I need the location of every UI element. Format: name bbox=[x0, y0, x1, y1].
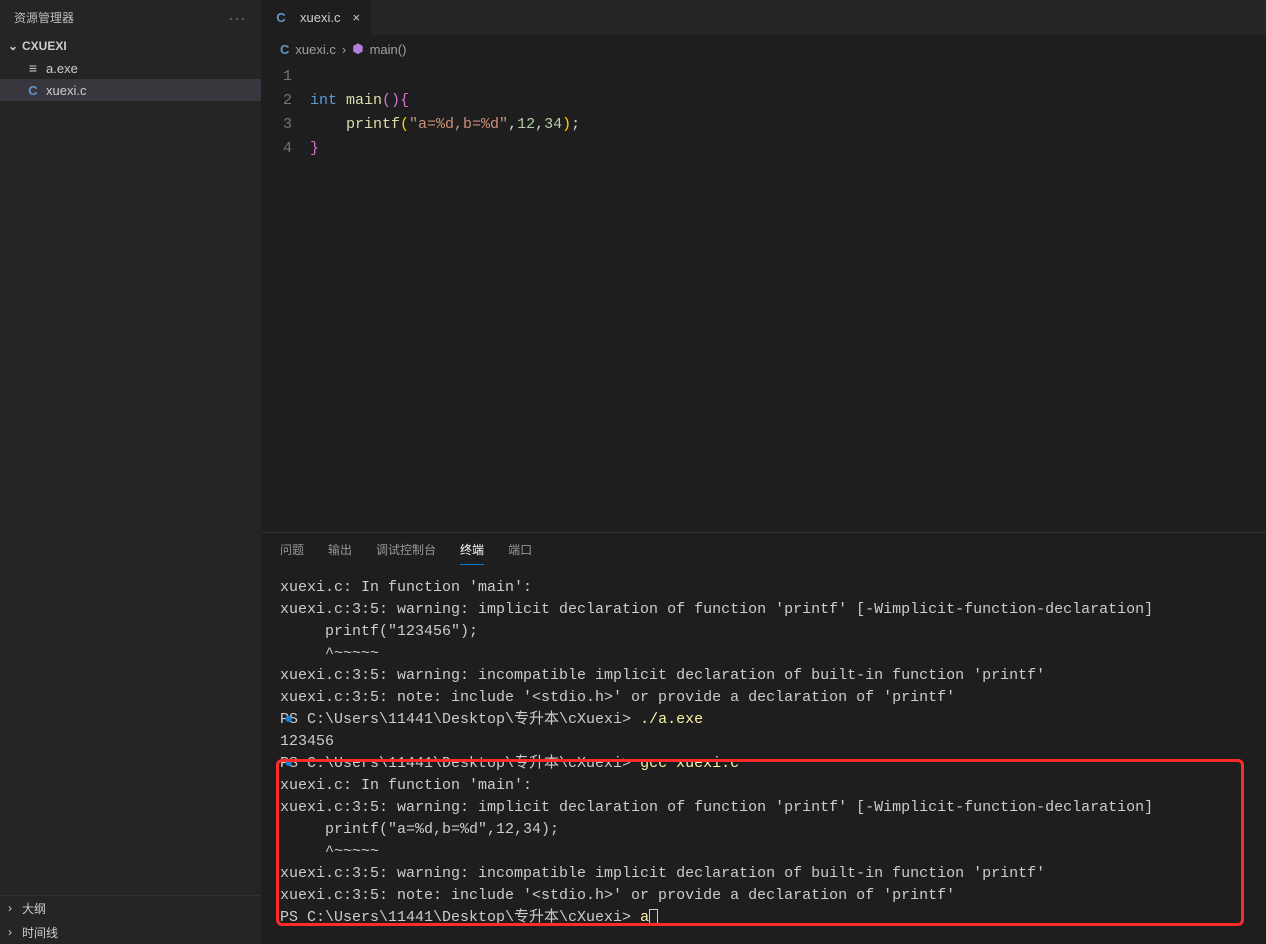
outline-section[interactable]: › 大纲 bbox=[0, 896, 261, 920]
file-name: xuexi.c bbox=[46, 83, 86, 98]
bottom-panel: 问题 输出 调试控制台 终端 端口 xuexi.c: In function '… bbox=[262, 532, 1266, 944]
sidebar-bottom: › 大纲 › 时间线 bbox=[0, 895, 261, 944]
main-area: C xuexi.c × C xuexi.c › ⬢ main() 1 2 3 4… bbox=[262, 0, 1266, 944]
terminal-cursor bbox=[649, 909, 658, 925]
terminal-prompt: PS C:\Users\11441\Desktop\专升本\cXuexi> bbox=[280, 909, 640, 926]
number: 12 bbox=[517, 116, 535, 133]
terminal-prompt: PS C:\Users\11441\Desktop\专升本\cXuexi> bbox=[280, 755, 640, 772]
terminal-output: xuexi.c: In function 'main': xuexi.c:3:5… bbox=[280, 577, 1248, 709]
panel-tab-problems[interactable]: 问题 bbox=[280, 541, 304, 565]
breadcrumb-sep: › bbox=[342, 42, 346, 57]
terminal-command: a bbox=[640, 909, 649, 926]
dirty-dot-icon: ● bbox=[284, 709, 293, 731]
file-item-a-exe[interactable]: ≡ a.exe bbox=[0, 57, 261, 79]
terminal-output: 123456 bbox=[280, 731, 1248, 753]
paren: ( bbox=[400, 116, 409, 133]
indent bbox=[310, 116, 346, 133]
editor-tabs: C xuexi.c × bbox=[262, 0, 1266, 35]
file-item-xuexi-c[interactable]: C xuexi.c bbox=[0, 79, 261, 101]
explorer-title: 资源管理器 bbox=[14, 9, 74, 26]
breadcrumb[interactable]: C xuexi.c › ⬢ main() bbox=[262, 35, 1266, 63]
timeline-label: 时间线 bbox=[22, 924, 58, 941]
folder-name: CXUEXI bbox=[22, 39, 67, 53]
code-content[interactable]: int main(){ printf("a=%d,b=%d",12,34);} bbox=[310, 65, 1266, 532]
brace: { bbox=[400, 92, 409, 109]
breadcrumb-file: xuexi.c bbox=[295, 42, 335, 57]
explorer-header: 资源管理器 ··· bbox=[0, 0, 261, 35]
paren: ( bbox=[382, 92, 391, 109]
paren: ) bbox=[391, 92, 400, 109]
chevron-right-icon: › bbox=[8, 901, 22, 915]
comma: , bbox=[508, 116, 517, 133]
dirty-dot-icon: ● bbox=[284, 753, 293, 775]
chevron-right-icon: › bbox=[8, 925, 22, 939]
outline-label: 大纲 bbox=[22, 900, 46, 917]
panel-tab-debug[interactable]: 调试控制台 bbox=[376, 541, 436, 565]
c-file-icon: C bbox=[24, 83, 42, 98]
semicolon: ; bbox=[571, 116, 580, 133]
terminal-prompt: PS C:\Users\11441\Desktop\专升本\cXuexi> bbox=[280, 711, 640, 728]
folder-header[interactable]: ⌄ CXUEXI bbox=[0, 35, 261, 57]
tab-label: xuexi.c bbox=[300, 10, 340, 25]
terminal-command: gcc xuexi.c bbox=[640, 755, 739, 772]
exe-file-icon: ≡ bbox=[24, 60, 42, 76]
panel-tabs: 问题 输出 调试控制台 终端 端口 bbox=[262, 533, 1266, 565]
paren: ) bbox=[562, 116, 571, 133]
explorer-sidebar: 资源管理器 ··· ⌄ CXUEXI ≡ a.exe C xuexi.c › 大… bbox=[0, 0, 262, 944]
panel-tab-terminal[interactable]: 终端 bbox=[460, 541, 484, 565]
brace: } bbox=[310, 140, 319, 157]
close-icon[interactable]: × bbox=[352, 10, 360, 25]
explorer-file-list: ≡ a.exe C xuexi.c bbox=[0, 57, 261, 895]
function-name: main bbox=[337, 92, 382, 109]
line-number: 1 bbox=[262, 65, 292, 89]
keyword: int bbox=[310, 92, 337, 109]
line-gutter: 1 2 3 4 bbox=[262, 65, 310, 532]
code-editor[interactable]: 1 2 3 4 int main(){ printf("a=%d,b=%d",1… bbox=[262, 63, 1266, 532]
comma: , bbox=[535, 116, 544, 133]
function-name: printf bbox=[346, 116, 400, 133]
line-number: 3 bbox=[262, 113, 292, 137]
panel-tab-output[interactable]: 输出 bbox=[328, 541, 352, 565]
number: 34 bbox=[544, 116, 562, 133]
string: "a=%d,b=%d" bbox=[409, 116, 508, 133]
timeline-section[interactable]: › 时间线 bbox=[0, 920, 261, 944]
line-number: 2 bbox=[262, 89, 292, 113]
line-number: 4 bbox=[262, 137, 292, 161]
c-file-icon: C bbox=[272, 10, 290, 25]
terminal-command: ./a.exe bbox=[640, 711, 703, 728]
c-file-icon: C bbox=[280, 42, 289, 57]
panel-tab-ports[interactable]: 端口 bbox=[508, 541, 532, 565]
terminal[interactable]: xuexi.c: In function 'main': xuexi.c:3:5… bbox=[262, 565, 1266, 944]
chevron-down-icon: ⌄ bbox=[8, 39, 22, 53]
terminal-output: xuexi.c: In function 'main': xuexi.c:3:5… bbox=[280, 775, 1248, 907]
symbol-icon: ⬢ bbox=[352, 41, 363, 57]
explorer-more-icon[interactable]: ··· bbox=[229, 11, 247, 25]
tab-xuexi-c[interactable]: C xuexi.c × bbox=[262, 0, 371, 35]
file-name: a.exe bbox=[46, 61, 78, 76]
breadcrumb-symbol: main() bbox=[370, 42, 407, 57]
